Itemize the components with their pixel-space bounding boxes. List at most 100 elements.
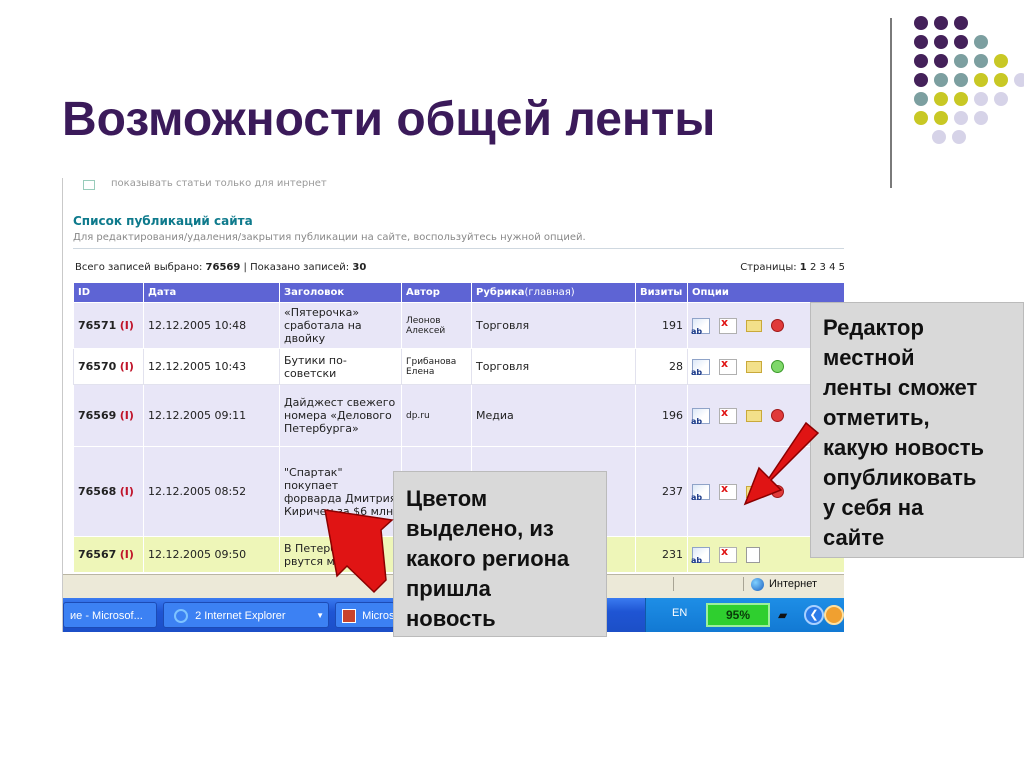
delete-icon[interactable] xyxy=(719,357,737,375)
callout-line: новость xyxy=(406,606,496,631)
close-circle-icon[interactable] xyxy=(771,319,784,332)
delete-icon[interactable] xyxy=(719,545,737,563)
row-id[interactable]: 76567 xyxy=(78,548,116,561)
mail-icon[interactable] xyxy=(746,360,762,373)
callout-line: сайте xyxy=(823,525,885,550)
cell-title[interactable]: Бутики по-советски xyxy=(279,348,402,385)
col-rubric[interactable]: Рубрика(главная) xyxy=(471,282,636,303)
decorative-dot xyxy=(934,54,948,68)
callout-line: местной xyxy=(823,345,915,370)
delete-icon[interactable] xyxy=(719,406,737,424)
decorative-dot xyxy=(974,54,988,68)
decorative-dot xyxy=(934,111,948,125)
table-row[interactable]: 76571 (I) 12.12.2005 10:48 «Пятерочка» сра… xyxy=(73,302,844,349)
row-id[interactable]: 76569 xyxy=(78,409,116,422)
cell-author: Леонов Алексей xyxy=(401,302,472,349)
row-id[interactable]: 76571 xyxy=(78,319,116,332)
decorative-dot xyxy=(934,73,948,87)
callout-line: пришла xyxy=(406,576,491,601)
cell-title[interactable]: Дайджест свежего номера «Делового Петерб… xyxy=(279,384,402,447)
taskbar-item-word[interactable]: ие - Microsof... xyxy=(63,602,157,628)
page-link[interactable]: 2 xyxy=(810,262,816,273)
clock-icon[interactable] xyxy=(824,605,844,625)
mail-icon[interactable] xyxy=(746,409,762,422)
edit-icon[interactable] xyxy=(691,407,710,426)
selected-label: Всего записей выбрано: xyxy=(75,262,203,273)
cell-title[interactable]: "Спартак" покупает форварда Дмитрия Кири… xyxy=(279,446,402,537)
col-options: Опции xyxy=(687,282,844,303)
decorative-dot xyxy=(954,54,968,68)
cell-visits: 191 xyxy=(635,302,688,349)
cell-id: 76571 (I) xyxy=(73,302,144,349)
battery-indicator[interactable]: 95% xyxy=(706,603,770,627)
page-link[interactable]: 5 xyxy=(839,262,844,273)
cell-author: Грибанова Елена xyxy=(401,348,472,385)
page-current[interactable]: 1 xyxy=(800,262,807,273)
chevron-down-icon: ▼ xyxy=(316,611,324,620)
col-author[interactable]: Автор xyxy=(401,282,472,303)
cell-title[interactable]: «Пятерочка» сработала на двойку xyxy=(279,302,402,349)
edit-icon[interactable] xyxy=(691,358,710,377)
table-row[interactable]: 76570 (I) 12.12.2005 10:43 Бутики по-совет… xyxy=(73,348,844,385)
callout-line: выделено, из xyxy=(406,516,554,541)
decorative-dot xyxy=(994,54,1008,68)
internet-only-checkbox[interactable] xyxy=(83,180,95,190)
taskbar-item-ie[interactable]: 2 Internet Explorer ▼ xyxy=(163,602,329,628)
decorative-dot xyxy=(954,73,968,87)
decorative-dot xyxy=(934,16,948,30)
region-mark: (I) xyxy=(119,485,134,498)
cell-rubric: Торговля xyxy=(471,348,636,385)
shown-label: Показано записей: xyxy=(250,262,350,273)
table-row[interactable]: 76569 (I) 12.12.2005 09:11 Дайджест свежег… xyxy=(73,384,844,447)
delete-icon[interactable] xyxy=(719,482,737,500)
callout-line: какого региона xyxy=(406,546,570,571)
col-date[interactable]: Дата xyxy=(143,282,280,303)
decorative-dot xyxy=(914,35,928,49)
title-divider xyxy=(890,18,892,188)
page-link[interactable]: 3 xyxy=(820,262,826,273)
decorative-dot xyxy=(934,92,948,106)
cell-rubric: Медиа xyxy=(471,384,636,447)
col-visits[interactable]: Визиты xyxy=(635,282,688,303)
back-arrow-icon[interactable]: ❮ xyxy=(804,605,824,625)
decorative-dot xyxy=(974,111,988,125)
cell-id: 76567 (I) xyxy=(73,536,144,573)
power-plug-icon[interactable]: ▰ xyxy=(778,608,794,622)
cell-id: 76570 (I) xyxy=(73,348,144,385)
pagination: Страницы: 1 2 3 4 5 xyxy=(740,262,844,273)
decorative-dot xyxy=(914,54,928,68)
internet-zone-icon xyxy=(751,578,764,591)
region-mark: (I) xyxy=(119,319,134,332)
delete-icon[interactable] xyxy=(719,316,737,334)
close-circle-icon[interactable] xyxy=(771,485,784,498)
col-title[interactable]: Заголовок xyxy=(279,282,402,303)
decorative-dot xyxy=(994,92,1008,106)
region-mark: (I) xyxy=(119,360,134,373)
mail-icon[interactable] xyxy=(746,485,762,498)
slide-title: Возможности общей ленты xyxy=(62,93,716,146)
edit-icon[interactable] xyxy=(691,483,710,502)
doc-icon[interactable] xyxy=(746,546,760,563)
cell-title[interactable]: В Петербурге рвутся магазин xyxy=(279,536,402,573)
ie-icon xyxy=(174,609,188,624)
internet-zone-label: Интернет xyxy=(769,578,817,590)
taskbar-item-office[interactable]: Microso xyxy=(335,602,395,628)
edit-icon[interactable] xyxy=(691,317,710,336)
decorative-dot xyxy=(932,130,946,144)
cell-visits: 231 xyxy=(635,536,688,573)
decorative-dot xyxy=(994,73,1008,87)
selected-value: 76569 xyxy=(205,262,241,273)
callout-editor: Редактор местной ленты сможет отметить, каку… xyxy=(810,302,1024,558)
language-indicator[interactable]: EN xyxy=(672,607,687,619)
region-mark: (I) xyxy=(119,548,134,561)
row-id[interactable]: 76570 xyxy=(78,360,116,373)
ok-circle-icon[interactable] xyxy=(771,360,784,373)
edit-icon[interactable] xyxy=(691,546,710,565)
close-circle-icon[interactable] xyxy=(771,409,784,422)
row-id[interactable]: 76568 xyxy=(78,485,116,498)
callout-line: отметить, xyxy=(823,405,930,430)
col-id[interactable]: ID xyxy=(73,282,144,303)
page-link[interactable]: 4 xyxy=(829,262,835,273)
decorative-dot xyxy=(954,35,968,49)
mail-icon[interactable] xyxy=(746,319,762,332)
